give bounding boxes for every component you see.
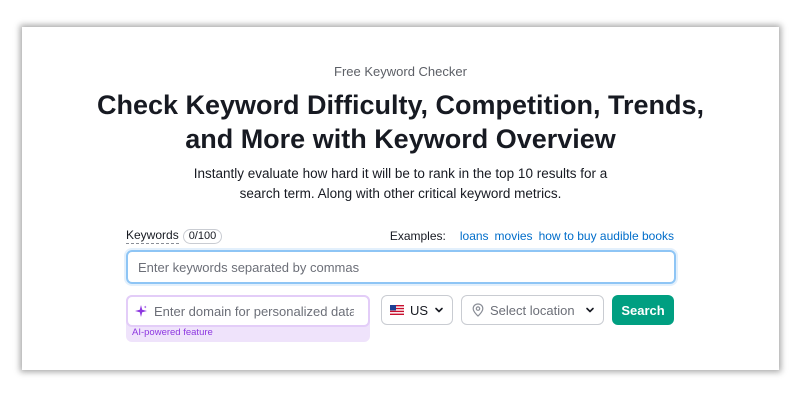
subtitle-line-2: search term. Along with other critical k…: [239, 186, 562, 201]
search-button[interactable]: Search: [612, 295, 674, 325]
examples: Examples: loans movies how to buy audibl…: [390, 229, 674, 243]
example-link-audible-books[interactable]: how to buy audible books: [539, 229, 674, 243]
page-title-line-2: and More with Keyword Overview: [185, 124, 616, 154]
country-select[interactable]: US: [381, 295, 453, 325]
keywords-label-row: Keywords 0/100 Examples: loans movies ho…: [126, 227, 674, 245]
keyword-checker-card: Free Keyword Checker Check Keyword Diffi…: [22, 27, 779, 370]
example-link-loans[interactable]: loans: [460, 229, 489, 243]
us-flag-icon: [389, 305, 404, 315]
keywords-input-wrapper: [126, 250, 676, 284]
keywords-label: Keywords: [126, 227, 179, 244]
page-title: Check Keyword Difficulty, Competition, T…: [52, 88, 749, 156]
page-subtitle: Instantly evaluate how hard it will be t…: [172, 164, 629, 204]
ai-domain-field: AI-powered feature: [126, 295, 370, 342]
chevron-down-icon: [585, 305, 595, 315]
domain-input-wrapper: [126, 295, 370, 327]
example-link-movies[interactable]: movies: [495, 229, 533, 243]
domain-input[interactable]: [154, 303, 354, 319]
subtitle-line-1: Instantly evaluate how hard it will be t…: [193, 166, 608, 181]
chevron-down-icon: [435, 307, 443, 313]
eyebrow-label: Free Keyword Checker: [334, 64, 467, 79]
ai-feature-caption: AI-powered feature: [132, 327, 213, 338]
keywords-counter-badge: 0/100: [182, 228, 223, 244]
page-title-line-1: Check Keyword Difficulty, Competition, T…: [96, 90, 705, 120]
examples-label: Examples:: [389, 229, 446, 243]
location-select[interactable]: Select location: [461, 295, 604, 325]
location-pin-icon: [472, 303, 484, 317]
sparkle-icon: [128, 305, 154, 317]
country-code: US: [409, 302, 429, 318]
location-placeholder: Select location: [490, 302, 575, 318]
keywords-input[interactable]: [128, 259, 674, 275]
